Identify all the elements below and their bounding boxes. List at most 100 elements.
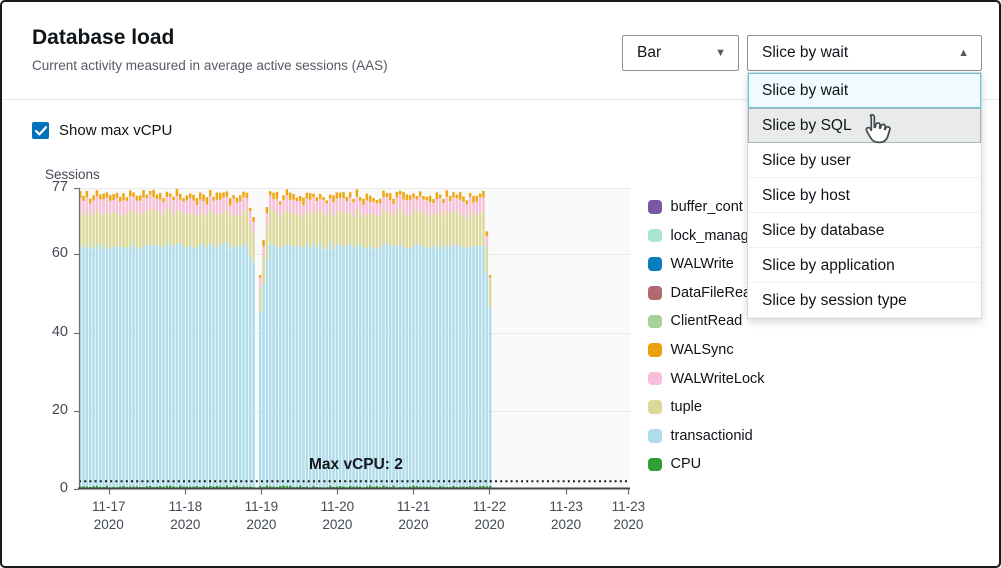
bar-segment-tuple [232,214,235,246]
bar-segment-WALSync [292,194,295,200]
bar-segment-WALWriteLock [299,201,302,215]
y-tick-label: 0 [28,480,68,496]
bar-segment-transactionid [156,245,159,487]
bar-segment-transactionid [109,249,112,487]
menu-item-slice-by-sql[interactable]: Slice by SQL [748,108,981,143]
legend-swatch [648,315,662,329]
bar-segment-WALSync [372,198,375,202]
bar-segment-WALWriteLock [342,198,345,211]
bar-segment-WALWriteLock [82,201,85,215]
bar-segment-WALWriteLock [382,197,385,209]
bar-segment-WALSync [466,200,469,204]
chart-type-select[interactable]: Bar ▼ [622,35,739,71]
bar-segment-transactionid [172,246,175,486]
bar-segment-transactionid [342,246,345,486]
x-tick-label: 11-172020 [77,498,141,533]
bar-segment-tuple [252,233,255,262]
bar-segment-tuple [176,210,179,244]
bar-segment-transactionid [322,248,325,487]
checkbox-checked-icon[interactable] [32,122,49,139]
bar-segment-tuple [346,215,349,246]
bar-segment-WALSync [386,193,389,197]
bar-segment-WALWriteLock [442,203,445,216]
bar-segment-WALSync [152,190,155,197]
bar-segment-transactionid [82,248,85,486]
bar-segment-transactionid [309,248,312,488]
bar-segment-tuple [332,216,335,249]
bar-segment-tuple [109,214,112,249]
bar-segment-tuple [159,212,162,246]
menu-item-slice-by-host[interactable]: Slice by host [748,178,981,213]
bar-segment-transactionid [386,244,389,487]
bar-segment-WALSync [122,193,125,200]
menu-item-slice-by-application[interactable]: Slice by application [748,248,981,283]
bar-segment-tuple [329,211,332,243]
bar-segment-WALWriteLock [366,200,369,214]
bar-segment-WALSync [366,193,369,200]
menu-item-slice-by-user[interactable]: Slice by user [748,143,981,178]
menu-item-slice-by-database[interactable]: Slice by database [748,213,981,248]
bar-segment-tuple [192,213,195,247]
legend-item: CPU [648,457,765,471]
bar-segment-WALSync [459,192,462,200]
menu-item-slice-by-session-type[interactable]: Slice by session type [748,283,981,318]
bar-segment-WALSync [162,198,165,202]
bar-segment-WALSync [482,191,485,198]
bar-segment-WALSync [296,197,299,201]
bar-segment-tuple [239,216,242,247]
bar-segment-transactionid [336,244,339,486]
slice-by-select[interactable]: Slice by wait ▲ [747,35,982,71]
bar-segment-WALWriteLock [119,202,122,216]
legend-label: WALWrite [671,256,734,272]
bar-segment-transactionid [456,246,459,487]
bar-segment-transactionid [312,243,315,486]
bar-segment-tuple [442,216,445,248]
menu-item-slice-by-wait[interactable]: Slice by wait [748,73,981,108]
bar-segment-WALSync [216,192,219,199]
bar-segment-WALWriteLock [429,202,432,217]
legend-swatch [648,400,662,414]
bar-segment-transactionid [459,246,462,486]
bar-segment-WALSync [82,196,85,201]
bar-segment-transactionid [389,244,392,487]
bar-segment-tuple [236,216,239,247]
show-max-vcpu-row[interactable]: Show max vCPU [32,122,172,139]
bar-segment-tuple [476,215,479,246]
bar-segment-WALSync [249,208,252,211]
bar-segment-transactionid [212,245,215,487]
bar-segment-tuple [182,213,185,246]
bar-segment-WALSync [302,198,305,205]
x-tick-label: 11-182020 [153,498,217,533]
bar-segment-WALWriteLock [129,196,132,211]
bar-segment-tuple [229,217,232,248]
bar-segment-WALSync [486,231,489,236]
bar-segment-WALWriteLock [202,201,205,213]
bar-segment-tuple [296,214,299,246]
bar-segment-WALWriteLock [332,202,335,216]
bar-segment-WALWriteLock [292,200,295,214]
bar-segment-transactionid [262,285,265,487]
bar-segment-WALSync [229,198,232,206]
bar-segment-transactionid [106,247,109,485]
bar-segment-transactionid [276,247,279,487]
bar-segment-tuple [422,214,425,247]
bar-segment-tuple [266,225,269,259]
bar-segment-tuple [272,211,275,245]
bar-segment-WALWriteLock [279,204,282,216]
bar-segment-tuple [249,224,252,255]
bar-segment-WALWriteLock [149,195,152,209]
y-tick-label: 60 [28,245,68,261]
bar-segment-WALWriteLock [362,205,365,218]
legend-label: tuple [671,399,702,415]
bar-segment-WALSync [139,195,142,201]
bar-segment-transactionid [299,246,302,486]
bar-segment-WALSync [346,197,349,201]
bar-segment-tuple [342,211,345,247]
bar-segment-WALWriteLock [339,198,342,212]
bar-segment-tuple [86,211,89,244]
bar-segment-WALWriteLock [392,204,395,216]
bar-segment-WALWriteLock [229,206,232,218]
bar-segment-tuple [96,209,99,244]
bar-segment-tuple [219,213,222,244]
bar-segment-WALSync [349,192,352,197]
